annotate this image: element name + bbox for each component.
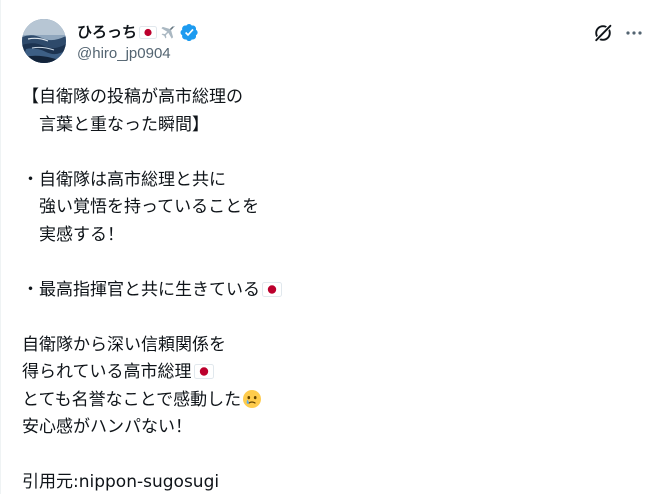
post-text-line: 【自衛隊の投稿が高市総理の: [22, 84, 642, 112]
post-text-line: 引用元:nippon-sugosugi: [22, 469, 642, 497]
post-text-line: 安心感がハンパない！: [22, 414, 642, 442]
post-text-line: 実感する！: [22, 222, 642, 250]
more-options-icon: [626, 31, 642, 35]
post-text-line: とても名誉なことで感動した: [22, 387, 642, 415]
post-text-line: ・自衛隊は高市総理と共に: [22, 167, 642, 195]
flag-japan-icon: [262, 281, 282, 297]
flag-japan-icon: [139, 25, 158, 39]
post-text-line-content: 言葉と重なった瞬間】: [22, 114, 209, 135]
author-name-row[interactable]: ひろっち: [77, 21, 199, 43]
post-text-line-content: ・最高指揮官と共に生きている: [22, 279, 260, 300]
author-handle[interactable]: @hiro_jp0904: [77, 45, 171, 63]
post-text-line: [22, 249, 642, 277]
post-text-line-content: 自衛隊から深い信頼関係を: [22, 334, 226, 355]
post-text-line: ・最高指揮官と共に生きている: [22, 277, 642, 305]
post-text: 【自衛隊の投稿が高市総理の 言葉と重なった瞬間】 ・自衛隊は高市総理と共に 強い覚…: [22, 84, 642, 497]
post-text-line: 言葉と重なった瞬間】: [22, 112, 642, 140]
grok-button[interactable]: [592, 22, 614, 44]
post-text-line-content: 引用元:nippon-sugosugi: [22, 472, 220, 492]
post-text-line: [22, 139, 642, 167]
avatar[interactable]: [22, 19, 66, 63]
post-text-line: 得られている高市総理: [22, 359, 642, 387]
flag-japan-icon: [193, 364, 214, 379]
post-text-line-content: とても名誉なことで感動した: [22, 389, 242, 410]
post-text-line-content: 安心感がハンパない！: [22, 417, 192, 437]
grok-icon: [594, 24, 612, 42]
post-card: ひろっち @hiro_jp0904 【自衛隊の投稿が高市総理の 言葉と重なった瞬…: [0, 0, 662, 494]
verified-badge-icon[interactable]: [180, 23, 199, 42]
airplane-icon: [161, 25, 175, 39]
post-text-line-content: ・自衛隊は高市総理と共に: [22, 169, 226, 190]
post-text-line: [22, 442, 642, 470]
post-text-line: 自衛隊から深い信頼関係を: [22, 332, 642, 360]
post-text-line-content: 実感する！: [22, 224, 124, 245]
more-options-button[interactable]: [623, 22, 645, 44]
post-text-line-content: 強い覚悟を持っていることを: [22, 197, 260, 217]
author-display-name[interactable]: ひろっち: [77, 22, 137, 42]
post-text-line: [22, 304, 642, 332]
post-text-line-content: 【自衛隊の投稿が高市総理の: [22, 87, 243, 107]
avatar-image: [22, 19, 66, 63]
post-text-line-content: 得られている高市総理: [22, 362, 192, 382]
face-holding-back-tears-icon: [243, 389, 262, 408]
post-text-line: 強い覚悟を持っていることを: [22, 194, 642, 222]
